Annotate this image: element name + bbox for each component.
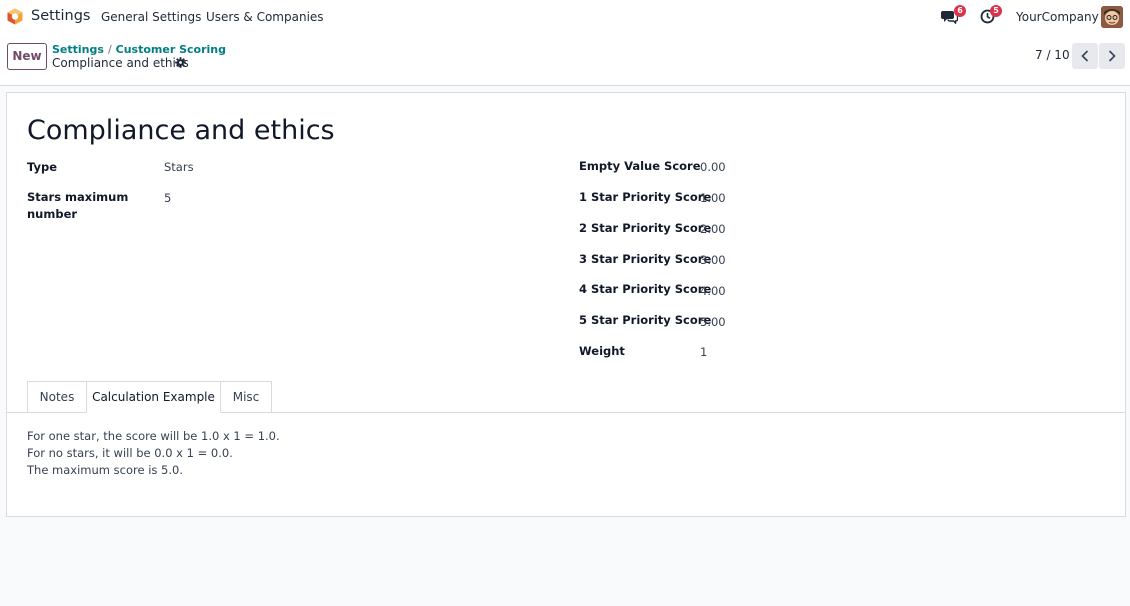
chevron-left-icon: [1081, 50, 1089, 62]
app-name[interactable]: Settings: [31, 8, 90, 24]
field-value-empty-value-score[interactable]: 0.00: [700, 159, 726, 176]
gear-icon[interactable]: [175, 57, 186, 68]
field-label-star3-score: 3 Star Priority Score: [579, 252, 712, 266]
field-label-type: Type: [27, 160, 58, 174]
pager-next-button[interactable]: [1099, 43, 1125, 69]
pager-value[interactable]: 7 / 10: [1035, 48, 1070, 62]
field-label-weight: Weight: [579, 344, 625, 358]
breadcrumb-customer-scoring[interactable]: Customer Scoring: [116, 43, 226, 56]
breadcrumb-separator: /: [107, 43, 112, 56]
menu-general-settings[interactable]: General Settings: [101, 10, 201, 24]
activity-count-badge: 5: [990, 5, 1002, 17]
field-value-weight[interactable]: 1: [700, 344, 707, 361]
field-label-star4-score: 4 Star Priority Score: [579, 282, 712, 296]
user-avatar[interactable]: [1101, 6, 1123, 28]
calculation-line-maximum: The maximum score is 5.0.: [27, 463, 183, 477]
breadcrumb-settings[interactable]: Settings: [52, 43, 104, 56]
calculation-line-one-star: For one star, the score will be 1.0 x 1 …: [27, 429, 280, 443]
breadcrumb: Settings / Customer Scoring: [52, 43, 226, 56]
new-button[interactable]: New: [7, 43, 47, 70]
control-panel: New Settings / Customer Scoring Compliance…: [0, 34, 1130, 86]
tab-calculation-example[interactable]: Calculation Example: [86, 381, 221, 413]
field-label-empty-value-score: Empty Value Score: [579, 159, 701, 173]
field-value-star2-score[interactable]: 2.00: [700, 221, 726, 238]
field-value-star1-score[interactable]: 1.00: [700, 190, 726, 207]
tab-notes[interactable]: Notes: [27, 381, 86, 413]
chevron-right-icon: [1108, 50, 1116, 62]
record-title: Compliance and ethics: [52, 56, 189, 70]
top-navbar: Settings General Settings Users & Compan…: [0, 0, 1130, 34]
field-label-star2-score: 2 Star Priority Score: [579, 221, 712, 235]
field-label-star5-score: 5 Star Priority Score: [579, 313, 712, 327]
pager-previous-button[interactable]: [1072, 43, 1098, 69]
field-label-star1-score: 1 Star Priority Score: [579, 190, 712, 204]
company-switcher[interactable]: YourCompany: [1016, 10, 1099, 24]
field-value-stars-maximum[interactable]: 5: [164, 190, 171, 207]
field-value-star3-score[interactable]: 3.00: [700, 252, 726, 269]
chat-count-badge: 6: [954, 5, 966, 17]
field-value-type[interactable]: Stars: [164, 159, 194, 176]
user-avatar-icon: [1101, 6, 1123, 28]
form-title[interactable]: Compliance and ethics: [27, 115, 335, 146]
field-label-stars-maximum: Stars maximum number: [27, 190, 129, 221]
field-value-star5-score[interactable]: 5.00: [700, 314, 726, 331]
tab-misc[interactable]: Misc: [221, 381, 272, 413]
app-logo-icon[interactable]: [7, 8, 23, 25]
calculation-line-no-stars: For no stars, it will be 0.0 x 1 = 0.0.: [27, 446, 233, 460]
menu-users-companies[interactable]: Users & Companies: [206, 10, 324, 24]
form-sheet: Compliance and ethics Type Stars Stars m…: [6, 92, 1126, 517]
field-value-star4-score[interactable]: 4.00: [700, 283, 726, 300]
